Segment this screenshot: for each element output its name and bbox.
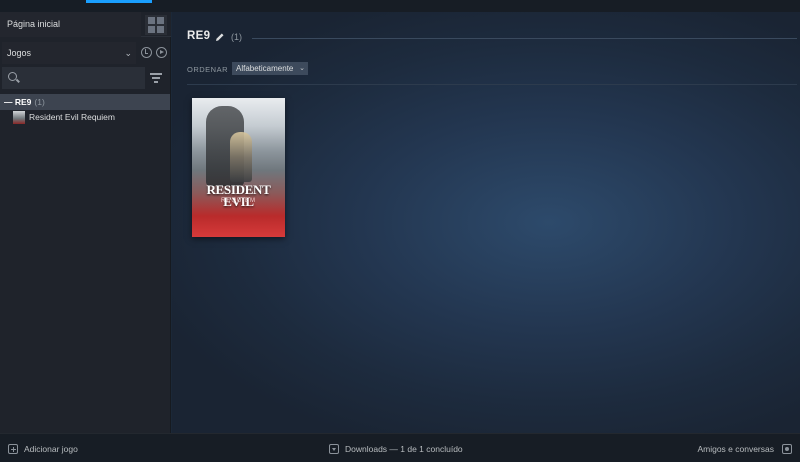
page-title: RE9 <box>187 30 211 42</box>
advanced-filter-icon[interactable] <box>150 73 162 83</box>
collection-count: (1) <box>34 97 45 107</box>
collapse-icon: — <box>4 97 15 107</box>
home-button[interactable]: Página inicial <box>0 12 141 37</box>
game-title: Resident Evil Requiem <box>29 112 115 122</box>
add-game-button[interactable]: Adicionar jogo <box>8 443 78 455</box>
downloads-button[interactable]: Downloads — 1 de 1 concluído <box>329 443 463 455</box>
top-bar <box>0 0 800 12</box>
collection-count: (1) <box>231 32 242 42</box>
sort-label: ORDENAR <box>187 65 229 74</box>
library-sidebar: Página inicial Jogos ⌄ — RE9 (1) Resident… <box>0 12 171 433</box>
add-game-label: Adicionar jogo <box>24 444 78 454</box>
cover-title: RESIDENT EVIL <box>206 182 271 209</box>
library-filter-dropdown[interactable]: Jogos ⌄ <box>2 42 136 64</box>
grid-view-icon[interactable] <box>145 15 167 35</box>
plus-icon <box>8 444 18 454</box>
sort-divider <box>187 84 797 85</box>
search-input[interactable] <box>2 67 145 89</box>
title-divider <box>252 38 797 39</box>
collection-view: RE9 (1) ORDENAR Alfabeticamente ⌄ RESIDE… <box>172 12 800 433</box>
pencil-icon[interactable] <box>215 32 225 42</box>
collection-name: RE9 <box>14 97 32 107</box>
game-thumbnail <box>13 111 25 124</box>
sort-value: Alfabeticamente <box>236 64 294 73</box>
search-icon <box>8 72 17 81</box>
home-row: Página inicial <box>0 12 171 37</box>
active-tab-indicator <box>86 0 152 3</box>
friends-label: Amigos e conversas <box>697 444 774 454</box>
play-ready-icon[interactable] <box>156 47 167 58</box>
friends-chat-button[interactable]: Amigos e conversas <box>697 443 792 455</box>
search-row <box>0 67 171 89</box>
collection-header[interactable]: — RE9 (1) <box>0 94 170 110</box>
sort-dropdown[interactable]: Alfabeticamente ⌄ <box>232 62 308 75</box>
dropdown-label: Jogos <box>7 48 32 58</box>
cover-subtitle: REQUIEM <box>220 198 256 204</box>
recent-clock-icon[interactable] <box>141 47 152 58</box>
downloads-label: Downloads — 1 de 1 concluído <box>345 444 463 454</box>
filter-row: Jogos ⌄ <box>0 42 171 64</box>
download-icon <box>329 444 339 454</box>
list-item[interactable]: Resident Evil Requiem <box>0 110 170 125</box>
game-capsule[interactable]: RESIDENT EVIL REQUIEM <box>192 98 285 237</box>
chevron-down-icon: ⌄ <box>299 65 305 72</box>
friends-icon <box>782 444 792 454</box>
cover-figure <box>230 132 252 182</box>
bottom-bar: Adicionar jogo Downloads — 1 de 1 conclu… <box>0 433 800 462</box>
chevron-down-icon: ⌄ <box>124 48 132 58</box>
